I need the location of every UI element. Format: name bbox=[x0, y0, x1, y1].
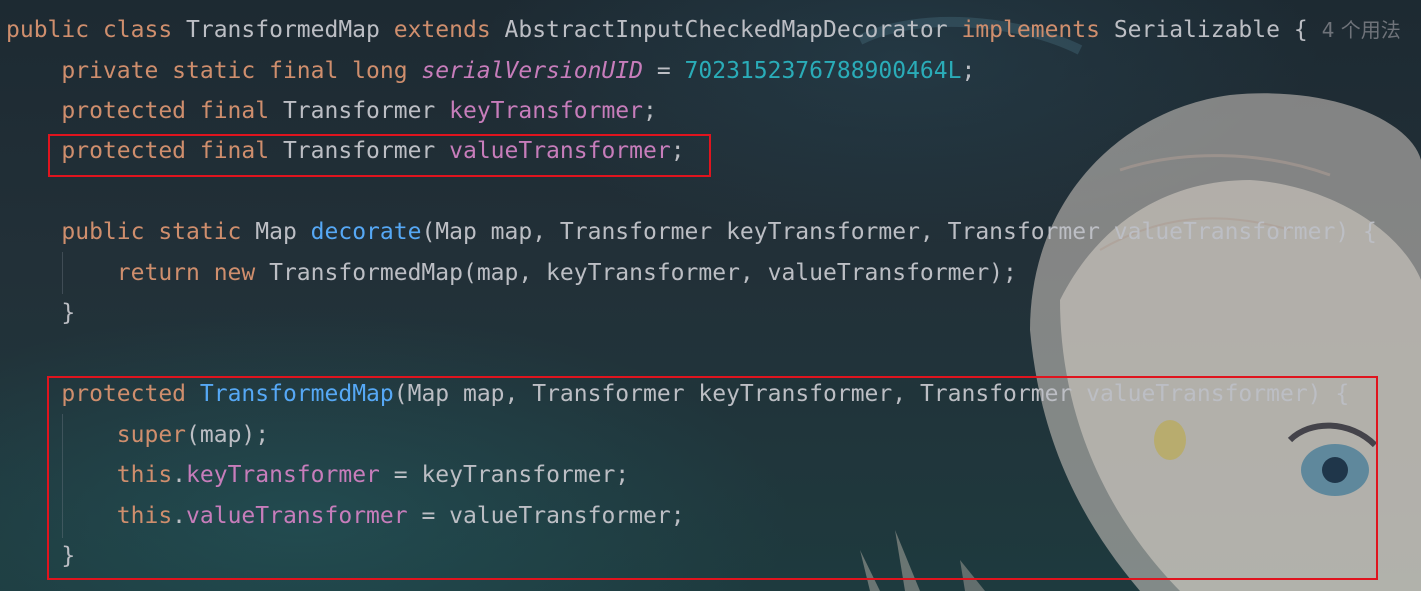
semicolon: ; bbox=[961, 58, 976, 84]
parameter-list: (Map map, Transformer keyTransformer, Tr… bbox=[421, 219, 1377, 245]
code-line-key-transformer-field[interactable]: protected final Transformer keyTransform… bbox=[6, 95, 657, 127]
parent-class: AbstractInputCheckedMapDecorator bbox=[504, 17, 962, 43]
field-name: serialVersionUID bbox=[421, 58, 643, 84]
semicolon: ; bbox=[643, 98, 657, 124]
keyword: protected final bbox=[61, 98, 283, 124]
code-line-serial-uid[interactable]: private static final long serialVersionU… bbox=[6, 55, 975, 87]
operator: = bbox=[642, 58, 685, 84]
code-line-closing-brace[interactable]: } bbox=[6, 297, 75, 329]
keyword: private static final long bbox=[61, 58, 422, 84]
expression: TransformedMap(map, keyTransformer, valu… bbox=[269, 260, 1017, 286]
type-name: Map bbox=[255, 219, 311, 245]
brace: } bbox=[61, 300, 76, 326]
code-editor[interactable]: public class TransformedMap extends Abst… bbox=[0, 0, 1421, 591]
highlight-box-field bbox=[48, 134, 711, 177]
field-name: keyTransformer bbox=[449, 98, 643, 124]
code-line-return-statement[interactable]: return new TransformedMap(map, keyTransf… bbox=[6, 257, 1017, 289]
keyword: implements bbox=[961, 17, 1114, 43]
code-line-class-declaration[interactable]: public class TransformedMap extends Abst… bbox=[6, 14, 1401, 46]
number-literal: 7023152376788900464L bbox=[684, 58, 962, 84]
type-name: Transformer bbox=[282, 98, 450, 124]
keyword: public class bbox=[6, 17, 187, 43]
code-line-decorate-method[interactable]: public static Map decorate(Map map, Tran… bbox=[6, 216, 1377, 248]
class-name: TransformedMap bbox=[186, 17, 394, 43]
usages-hint[interactable]: 4 个用法 bbox=[1322, 18, 1401, 42]
interface-name: Serializable { bbox=[1113, 17, 1308, 43]
method-name: decorate bbox=[310, 219, 422, 245]
keyword: return new bbox=[116, 260, 270, 286]
keyword: extends bbox=[393, 17, 505, 43]
highlight-box-constructor bbox=[47, 376, 1378, 580]
keyword: public static bbox=[61, 219, 256, 245]
